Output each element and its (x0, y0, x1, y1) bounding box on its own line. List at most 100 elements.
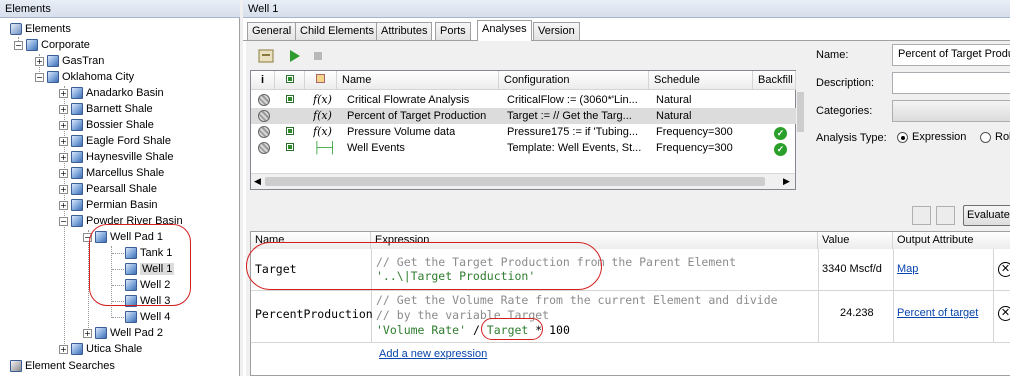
radio-rollup[interactable]: Rol (980, 131, 1010, 143)
expand-icon[interactable]: + (59, 168, 68, 178)
tab-attributes[interactable]: Attributes (376, 22, 433, 40)
collapse-icon[interactable]: − (59, 216, 68, 226)
start-icon[interactable] (285, 48, 303, 66)
search-folder-icon (10, 360, 22, 373)
tree-node-utica-shale[interactable]: + Utica Shale (59, 341, 142, 357)
tree-node-gastran[interactable]: + GasTran (35, 53, 104, 69)
radio-rollup-dot[interactable] (980, 131, 991, 143)
expand-icon[interactable]: + (59, 344, 68, 354)
expr-col-value[interactable]: Value (818, 232, 893, 249)
tree-node-corporate[interactable]: − Corporate (14, 37, 90, 53)
analysis-schedule: Frequency=300 (656, 126, 733, 138)
tree-node-anadarko-basin[interactable]: + Anadarko Basin (59, 85, 164, 101)
tree-node-permian-basin[interactable]: + Permian Basin (59, 197, 158, 213)
element-searches-node[interactable]: Element Searches (10, 358, 115, 374)
tab-ports[interactable]: Ports (435, 22, 471, 40)
info-icon: i (260, 74, 265, 86)
tab-version[interactable]: Version (533, 22, 580, 40)
grid-vertical-scrollbar[interactable] (796, 70, 805, 190)
grid-horizontal-scrollbar[interactable]: ◀ ▶ (251, 173, 795, 189)
tree-node-label: Anadarko Basin (86, 87, 164, 99)
categories-label: Categories: (816, 105, 873, 117)
move-up-icon[interactable] (912, 206, 931, 225)
tab-general[interactable]: General (247, 22, 297, 40)
tree-node-pearsall-shale[interactable]: + Pearsall Shale (59, 181, 157, 197)
element-icon (47, 55, 59, 68)
tree-node-haynesville-shale[interactable]: + Haynesville Shale (59, 149, 173, 165)
expand-icon[interactable]: + (83, 328, 92, 338)
radio-expression-dot[interactable] (897, 131, 908, 143)
analysis-row-selected[interactable]: f(x) Percent of Target Production Target… (251, 108, 796, 124)
expand-icon[interactable]: + (35, 56, 44, 66)
output-attribute-link[interactable]: Map (897, 263, 918, 275)
expand-icon[interactable]: + (59, 88, 68, 98)
col-schedule[interactable]: Schedule (649, 71, 753, 90)
analysis-config: Target := // Get the Targ... (507, 110, 632, 122)
element-icon (71, 167, 83, 180)
scroll-right-icon[interactable]: ▶ (783, 176, 790, 187)
expand-icon[interactable]: + (59, 136, 68, 146)
expr-value: 24.238 (840, 307, 874, 319)
expand-icon[interactable]: + (59, 184, 68, 194)
tree-node-well-pad-2[interactable]: + Well Pad 2 (83, 325, 163, 341)
tree-node-label: Bossier Shale (86, 119, 154, 131)
analysis-row[interactable]: ├─┤ Well Events Template: Well Events, S… (251, 140, 796, 156)
tree-node-label: Haynesville Shale (86, 151, 174, 163)
expand-icon[interactable]: + (59, 104, 68, 114)
name-input[interactable]: Percent of Target Produc (892, 44, 1010, 66)
collapse-icon[interactable]: − (14, 40, 23, 50)
tree-node-bossier-shale[interactable]: + Bossier Shale (59, 117, 154, 133)
tree-node-label: Elements (25, 23, 71, 35)
col-status[interactable]: i (251, 71, 275, 90)
expr-code-attribute: 'Volume Rate' (376, 323, 467, 337)
status-icon (258, 94, 270, 106)
stop-icon[interactable] (309, 48, 327, 66)
tree-node-label: Utica Shale (86, 343, 143, 355)
enabled-icon (286, 143, 294, 151)
tree-node-elements-root[interactable]: Elements (10, 21, 71, 37)
expr-comment[interactable]: // Get the Volume Rate from the current … (376, 293, 778, 307)
vscroll-thumb[interactable] (797, 92, 804, 132)
description-label: Description: (816, 77, 875, 89)
col-configuration[interactable]: Configuration (499, 71, 649, 90)
tree-node-oklahoma-city[interactable]: − Oklahoma City (35, 69, 134, 85)
radio-expression[interactable]: Expression (897, 131, 966, 143)
tree-node-label: Oklahoma City (62, 71, 135, 83)
analysis-row[interactable]: f(x) Critical Flowrate Analysis Critical… (251, 92, 796, 108)
move-down-icon[interactable] (936, 206, 955, 225)
add-expression-link[interactable]: Add a new expression (379, 348, 487, 360)
col-name[interactable]: Name (337, 71, 499, 90)
collapse-icon[interactable]: − (35, 72, 44, 82)
tree-node-marcellus-shale[interactable]: + Marcellus Shale (59, 165, 164, 181)
expand-icon[interactable]: + (59, 120, 68, 130)
tree-node-label: GasTran (62, 55, 105, 67)
remove-expression-icon[interactable]: ✕ (998, 262, 1010, 277)
scroll-thumb[interactable] (265, 177, 765, 186)
col-backfill[interactable]: Backfill (753, 71, 796, 90)
tree-node-well-4[interactable]: Well 4 (122, 309, 170, 325)
categories-dropdown[interactable] (892, 100, 1010, 122)
tab-analyses[interactable]: Analyses (477, 20, 532, 41)
annotation-circle-target-var (481, 318, 543, 340)
col-type[interactable] (305, 71, 337, 90)
status-icon (258, 110, 270, 122)
tree-node-eagle-ford-shale[interactable]: + Eagle Ford Shale (59, 133, 171, 149)
evaluate-button[interactable]: Evaluate (963, 205, 1010, 226)
new-analysis-icon[interactable] (257, 48, 275, 66)
tree-node-barnett-shale[interactable]: + Barnett Shale (59, 101, 153, 117)
description-input[interactable] (892, 72, 1010, 94)
remove-expression-icon[interactable]: ✕ (998, 306, 1010, 321)
expr-name-percentproduction[interactable]: PercentProduction (255, 307, 373, 321)
expand-icon[interactable]: + (59, 152, 68, 162)
name-label: Name: (816, 49, 849, 61)
analysis-row[interactable]: f(x) Pressure Volume data Pressure175 :=… (251, 124, 796, 140)
col-enabled[interactable] (275, 71, 305, 90)
expr-col-output[interactable]: Output Attribute (893, 232, 1010, 249)
tab-child-elements[interactable]: Child Elements (295, 22, 379, 40)
analysis-schedule: Frequency=300 (656, 142, 733, 154)
output-attribute-link[interactable]: Percent of target (897, 307, 978, 319)
enabled-icon (286, 95, 294, 103)
scroll-left-icon[interactable]: ◀ (254, 176, 261, 187)
expression-type-icon: f(x) (313, 93, 332, 106)
expand-icon[interactable]: + (59, 200, 68, 210)
